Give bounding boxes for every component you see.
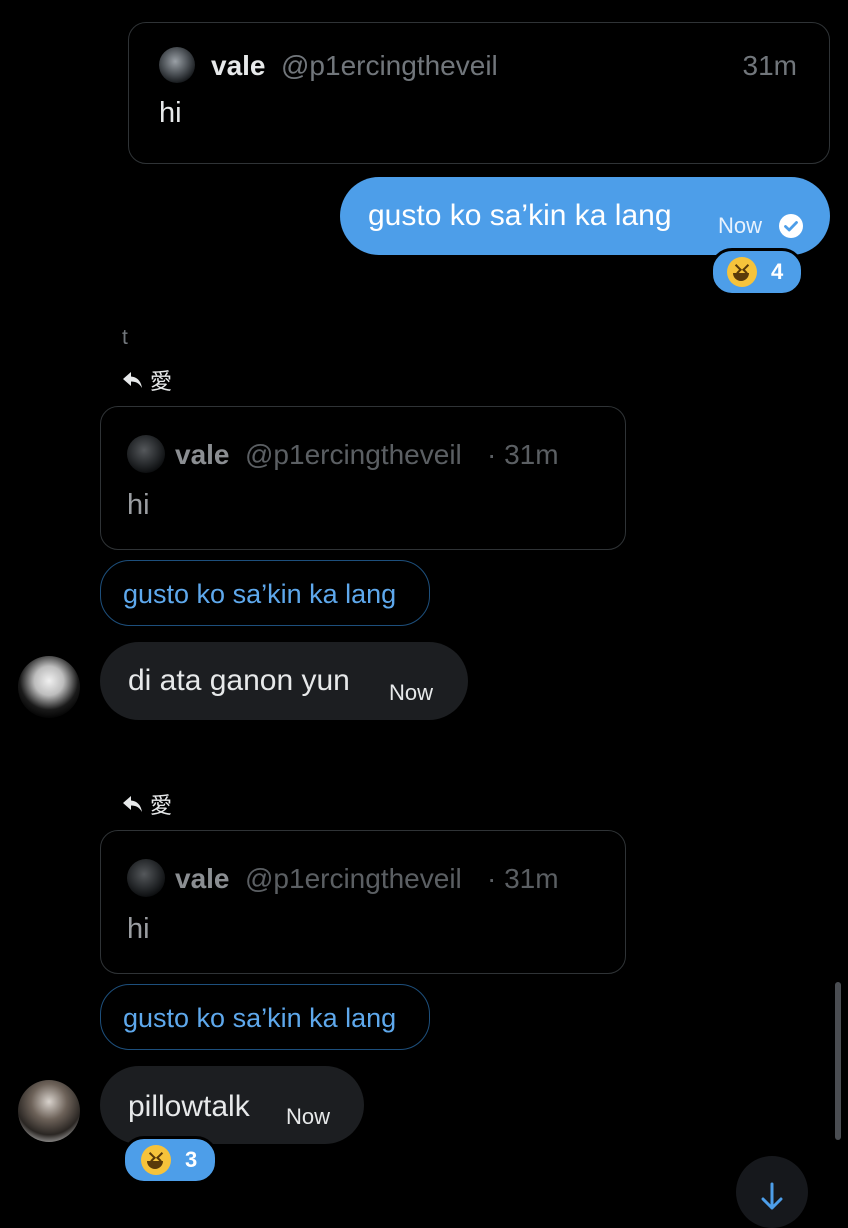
- received-message-text: pillowtalk: [128, 1090, 250, 1123]
- received-message-time: Now: [389, 680, 434, 705]
- quoted-author-name: vale: [175, 439, 230, 470]
- quoted-tweet-time: · 31m: [487, 439, 559, 470]
- quoted-tweet-card[interactable]: vale @p1ercingtheveil · 31m hi: [100, 406, 626, 550]
- replying-to-label: 愛: [122, 364, 172, 396]
- reaction-pill[interactable]: 3: [122, 1136, 218, 1184]
- quoted-tweet-time: · 31m: [487, 863, 559, 894]
- reply-arrow-icon: [123, 796, 142, 812]
- quoted-tweet-text: hi: [127, 489, 150, 521]
- quoted-author-avatar: [127, 435, 165, 473]
- sender-name-label: t: [122, 326, 128, 349]
- quoted-author-name: vale: [211, 50, 266, 81]
- quoted-tweet-card[interactable]: vale @p1ercingtheveil 31m hi: [128, 22, 830, 164]
- check-circle-icon: [779, 214, 803, 238]
- grinning-squinting-face-emoji: [727, 257, 757, 287]
- reaction-pill[interactable]: 4: [710, 248, 804, 296]
- contact-avatar[interactable]: [18, 1080, 80, 1142]
- sent-message-time: Now: [718, 213, 763, 238]
- received-message-bubble[interactable]: pillowtalk Now: [100, 1066, 364, 1144]
- quoted-author-handle: @p1ercingtheveil: [245, 863, 462, 894]
- reaction-count: 3: [185, 1147, 198, 1172]
- quoted-tweet-text: hi: [127, 913, 150, 945]
- replied-message-chip[interactable]: gusto ko sa’kin ka lang: [100, 984, 430, 1050]
- quoted-author-avatar: [159, 47, 195, 83]
- quoted-author-name: vale: [175, 863, 230, 894]
- arrow-down-icon: [761, 1182, 783, 1210]
- quoted-tweet-card[interactable]: vale @p1ercingtheveil · 31m hi: [100, 830, 626, 974]
- scroll-to-bottom-button[interactable]: [736, 1156, 808, 1228]
- sent-message-text: gusto ko sa’kin ka lang: [368, 199, 672, 232]
- received-message-bubble[interactable]: di ata ganon yun Now: [100, 642, 468, 720]
- quoted-author-handle: @p1ercingtheveil: [245, 439, 462, 470]
- scrollbar-thumb[interactable]: [835, 982, 841, 1140]
- reply-to-name: 愛: [150, 793, 173, 818]
- replied-message-text: gusto ko sa’kin ka lang: [123, 579, 397, 609]
- grinning-squinting-face-emoji: [141, 1145, 171, 1175]
- quoted-author-handle: @p1ercingtheveil: [281, 50, 498, 81]
- reply-to-name: 愛: [150, 369, 173, 394]
- received-message-time: Now: [286, 1104, 331, 1129]
- received-message-text: di ata ganon yun: [128, 664, 350, 697]
- replied-message-chip[interactable]: gusto ko sa’kin ka lang: [100, 560, 430, 626]
- quoted-tweet-time: 31m: [742, 50, 797, 81]
- reply-arrow-icon: [123, 372, 142, 388]
- sent-message-bubble[interactable]: gusto ko sa’kin ka lang Now: [340, 177, 830, 255]
- quoted-author-avatar: [127, 859, 165, 897]
- contact-avatar[interactable]: [18, 656, 80, 718]
- replied-message-text: gusto ko sa’kin ka lang: [123, 1003, 397, 1033]
- reaction-count: 4: [771, 259, 784, 284]
- quoted-tweet-text: hi: [159, 97, 182, 129]
- replying-to-label: 愛: [122, 788, 172, 820]
